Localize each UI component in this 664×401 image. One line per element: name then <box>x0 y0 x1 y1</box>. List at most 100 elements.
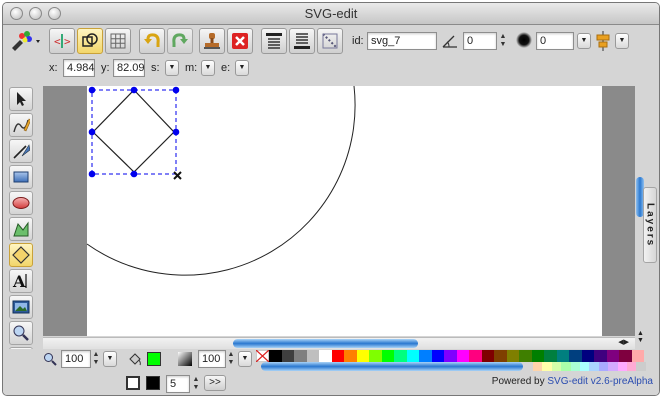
palette-swatch[interactable] <box>319 350 332 362</box>
palette-swatch[interactable] <box>598 362 609 371</box>
palette-swatch[interactable] <box>570 362 580 371</box>
blur-field[interactable]: 0 <box>536 32 574 50</box>
palette-swatch[interactable] <box>542 362 552 371</box>
palette-swatch[interactable] <box>619 350 632 362</box>
scroll-arrows[interactable]: ▲ ▼ <box>637 330 644 344</box>
palette-swatch[interactable] <box>636 362 646 371</box>
palette-swatch[interactable] <box>494 350 507 362</box>
palette-swatch[interactable] <box>569 350 582 362</box>
palette-swatch[interactable] <box>431 350 444 362</box>
palette-swatch[interactable] <box>456 350 469 362</box>
end-marker-dropdown[interactable]: ▼ <box>235 60 249 76</box>
palette-swatch[interactable] <box>356 350 369 362</box>
zoom-dropdown[interactable]: ▼ <box>103 351 117 367</box>
palette-swatch[interactable] <box>631 350 644 362</box>
zoom-tool[interactable] <box>9 321 33 345</box>
opacity-field[interactable]: 100 <box>198 350 226 368</box>
palette-swatch[interactable] <box>306 350 319 362</box>
shape-library-tool[interactable] <box>9 243 33 267</box>
palette-swatch[interactable] <box>294 350 307 362</box>
blur-dropdown[interactable]: ▼ <box>577 33 591 49</box>
palette-swatch[interactable] <box>344 350 357 362</box>
palette-swatch[interactable] <box>506 350 519 362</box>
palette-swatch[interactable] <box>581 350 594 362</box>
palette-swatch[interactable] <box>627 362 637 371</box>
no-color-swatch[interactable] <box>256 350 269 362</box>
close-window-button[interactable] <box>10 7 23 20</box>
drawing-canvas[interactable] <box>43 86 635 336</box>
opacity-dropdown[interactable]: ▼ <box>238 351 252 367</box>
undo-button[interactable] <box>139 28 165 54</box>
convert-to-path-button[interactable] <box>317 28 343 54</box>
horizontal-scroll-thumb[interactable] <box>233 339 418 348</box>
stroke-width-field[interactable]: 5 <box>166 375 190 393</box>
palette-scroll-thumb[interactable] <box>261 362 523 371</box>
color-palette[interactable] <box>256 350 646 362</box>
layers-tab-button[interactable]: Layers <box>643 187 657 263</box>
freehand-tool[interactable] <box>9 113 33 137</box>
palette-swatch[interactable] <box>519 350 532 362</box>
palette-swatch[interactable] <box>617 362 627 371</box>
palette-swatch[interactable] <box>556 350 569 362</box>
move-to-top-button[interactable] <box>261 28 287 54</box>
canvas-workarea[interactable] <box>43 86 635 336</box>
delete-element-button[interactable] <box>227 28 253 54</box>
rectangle-tool[interactable] <box>9 165 33 189</box>
palette-swatch[interactable] <box>481 350 494 362</box>
y-field[interactable]: 82.09 <box>113 59 145 77</box>
opacity-spinner[interactable]: ▲ ▼ <box>226 351 236 369</box>
palette-swatch[interactable] <box>444 350 457 362</box>
palette-swatch[interactable] <box>589 362 599 371</box>
fill-color-swatch[interactable] <box>147 352 161 366</box>
palette-swatch[interactable] <box>419 350 432 362</box>
palette-swatch[interactable] <box>544 350 557 362</box>
select-tool[interactable] <box>9 87 33 111</box>
palette-swatch[interactable] <box>594 350 607 362</box>
horizontal-scrollbar[interactable]: ◀▶ <box>43 337 635 349</box>
palette-swatch[interactable] <box>608 362 618 371</box>
palette-swatch[interactable] <box>331 350 344 362</box>
redo-button[interactable] <box>167 28 193 54</box>
wireframe-mode-button[interactable] <box>77 28 103 54</box>
align-dropdown[interactable]: ▼ <box>615 33 629 49</box>
palette-swatch[interactable] <box>394 350 407 362</box>
more-stroke-options-button[interactable]: >> <box>204 375 226 391</box>
ellipse-tool[interactable] <box>9 191 33 215</box>
scroll-left-right-arrows[interactable]: ◀▶ <box>618 338 629 348</box>
color-palette-row2[interactable] <box>256 362 646 372</box>
palette-swatch[interactable] <box>531 350 544 362</box>
zoom-window-button[interactable] <box>48 7 61 20</box>
palette-swatch[interactable] <box>469 350 482 362</box>
angle-spinner[interactable]: ▲ ▼ <box>498 33 508 51</box>
palette-swatch[interactable] <box>533 362 543 371</box>
zoom-spinner[interactable]: ▲ ▼ <box>91 351 101 369</box>
palette-swatch[interactable] <box>281 350 294 362</box>
palette-swatch[interactable] <box>381 350 394 362</box>
path-tool[interactable] <box>9 217 33 241</box>
toggle-grid-button[interactable] <box>105 28 131 54</box>
image-tool[interactable] <box>9 295 33 319</box>
palette-swatch[interactable] <box>406 350 419 362</box>
palette-swatch[interactable] <box>561 362 571 371</box>
stroke-color-swatch[interactable] <box>146 376 160 390</box>
id-field[interactable]: svg_7 <box>367 32 437 50</box>
stroke-width-spinner[interactable]: ▲ ▼ <box>191 376 201 394</box>
clone-element-button[interactable] <box>199 28 225 54</box>
start-marker-dropdown[interactable]: ▼ <box>165 60 179 76</box>
palette-swatch[interactable] <box>606 350 619 362</box>
palette-swatch[interactable] <box>269 350 282 362</box>
palette-swatch[interactable] <box>369 350 382 362</box>
palette-swatch[interactable] <box>580 362 590 371</box>
minimize-window-button[interactable] <box>29 7 42 20</box>
text-tool[interactable]: A <box>9 269 33 293</box>
zoom-field[interactable]: 100 <box>61 350 91 368</box>
mid-marker-dropdown[interactable]: ▼ <box>201 60 215 76</box>
line-tool[interactable] <box>9 139 33 163</box>
angle-field[interactable]: 0 <box>463 32 497 50</box>
move-to-bottom-button[interactable] <box>289 28 315 54</box>
source-editor-button[interactable]: < > <box>49 28 75 54</box>
main-menu-button[interactable] <box>7 28 45 54</box>
palette-swatch[interactable] <box>551 362 562 371</box>
x-field[interactable]: 4.984 <box>63 59 95 77</box>
svg-edit-link[interactable]: SVG-edit v2.6-preAlpha <box>547 376 653 387</box>
